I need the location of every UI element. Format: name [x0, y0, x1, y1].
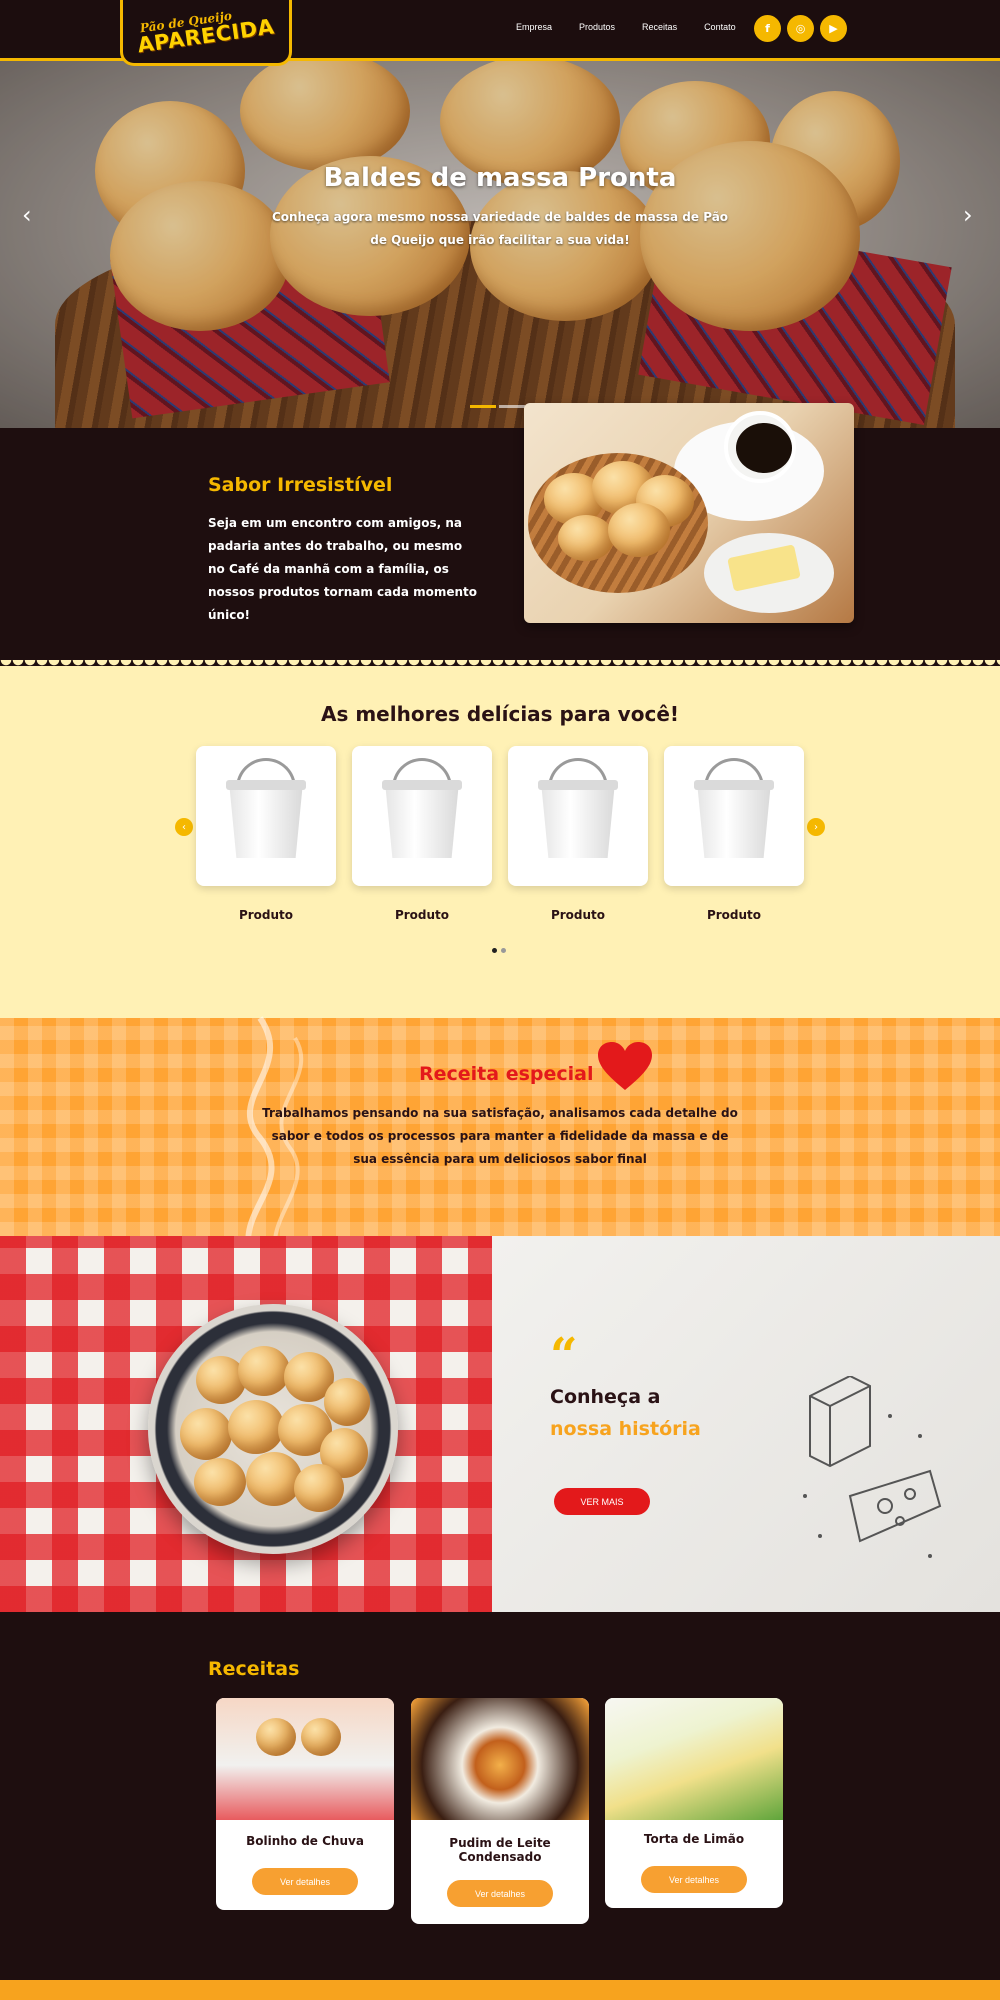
instagram-icon[interactable]: ◎ [787, 15, 814, 42]
historia-section: “ Conheça a nossa história VER MAIS [0, 1236, 1000, 1612]
recipe-image [411, 1698, 589, 1820]
ver-detalhes-button[interactable]: Ver detalhes [252, 1868, 358, 1895]
produtos-prev-arrow-icon[interactable]: ‹ [175, 818, 193, 836]
nav-empresa[interactable]: Empresa [516, 22, 552, 32]
produtos-title: As melhores delícias para você! [321, 702, 679, 726]
sabor-section: Sabor Irresistível Seja em um encontro c… [0, 403, 1000, 666]
receitas-title: Receitas [208, 1658, 300, 1680]
hero-prev-arrow-icon[interactable]: ‹ [22, 201, 32, 229]
product-card[interactable] [664, 746, 804, 886]
product-card[interactable] [352, 746, 492, 886]
product-card[interactable] [196, 746, 336, 886]
hero-dot[interactable] [470, 405, 496, 408]
social-links: f ◎ ▶ [754, 15, 847, 42]
ver-detalhes-button[interactable]: Ver detalhes [447, 1880, 553, 1907]
facebook-icon[interactable]: f [754, 15, 781, 42]
produtos-dot[interactable] [501, 948, 506, 953]
historia-title-line1: Conheça a [550, 1386, 661, 1408]
receita-especial-text: Trabalhamos pensando na sua satisfação, … [262, 1106, 738, 1166]
product-name[interactable]: Produto [196, 908, 336, 922]
hero-dot[interactable] [499, 405, 525, 408]
main-nav: Empresa Produtos Receitas Contato [516, 22, 736, 32]
bucket-image [385, 782, 459, 858]
receita-especial-title: Receita especial [419, 1063, 594, 1085]
recipe-card[interactable]: Pudim de Leite Condensado Ver detalhes [411, 1698, 589, 1924]
hero-next-arrow-icon[interactable]: › [963, 201, 973, 229]
bucket-image [697, 782, 771, 858]
nav-contato[interactable]: Contato [704, 22, 736, 32]
logo[interactable]: Pão de Queijo APARECIDA [120, 0, 292, 66]
hero-subtitle: Conheça agora mesmo nossa variedade de b… [271, 210, 729, 247]
product-card[interactable] [508, 746, 648, 886]
recipe-name: Pudim de Leite Condensado [449, 1836, 551, 1864]
bucket-image [541, 782, 615, 858]
product-name[interactable]: Produto [352, 908, 492, 922]
recipe-name: Torta de Limão [643, 1832, 745, 1846]
hero-slider: Baldes de massa Pronta Conheça agora mes… [0, 61, 1000, 428]
breakfast-photo [524, 403, 854, 623]
footer-strip [0, 1980, 1000, 2000]
produtos-dot[interactable] [492, 948, 497, 953]
recipe-card[interactable]: Bolinho de Chuva Ver detalhes [216, 1698, 394, 1910]
youtube-icon[interactable]: ▶ [820, 15, 847, 42]
nav-receitas[interactable]: Receitas [642, 22, 677, 32]
ver-detalhes-button[interactable]: Ver detalhes [641, 1866, 747, 1893]
checkered-cloth-image [0, 1236, 492, 1612]
recipe-name: Bolinho de Chuva [246, 1834, 364, 1848]
receitas-section: Receitas Bolinho de Chuva Ver detalhes P… [0, 1612, 1000, 1980]
produtos-section: As melhores delícias para você! ‹ › Prod… [0, 660, 1000, 1018]
milk-cheese-sketch-icon [803, 1376, 942, 1558]
bucket-image [229, 782, 303, 858]
hero-title: Baldes de massa Pronta [323, 163, 677, 193]
product-name[interactable]: Produto [664, 908, 804, 922]
sabor-text: Seja em um encontro com amigos, na padar… [208, 516, 478, 622]
bowl-image [148, 1304, 398, 1554]
product-name[interactable]: Produto [508, 908, 648, 922]
quote-icon: “ [550, 1328, 578, 1384]
recipe-card[interactable]: Torta de Limão Ver detalhes [605, 1698, 783, 1908]
nav-produtos[interactable]: Produtos [579, 22, 615, 32]
hero-pagination [470, 405, 525, 408]
ver-mais-button[interactable]: VER MAIS [554, 1488, 650, 1515]
produtos-next-arrow-icon[interactable]: › [807, 818, 825, 836]
receita-especial-section: Receita especial Trabalhamos pensando na… [0, 1016, 1000, 1270]
produtos-pagination [492, 948, 506, 953]
historia-title-line2: nossa história [550, 1418, 701, 1440]
recipe-image [605, 1698, 783, 1820]
recipe-image [216, 1698, 394, 1820]
sabor-title: Sabor Irresistível [208, 474, 393, 496]
heart-icon [598, 1042, 652, 1090]
